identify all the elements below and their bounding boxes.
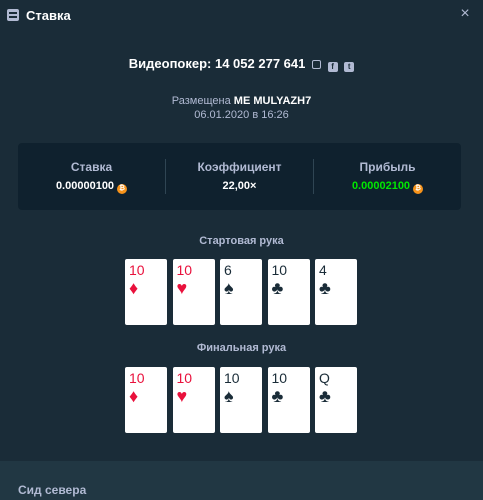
placed-prefix: Размещена <box>171 95 231 107</box>
card-rank: 10 <box>129 262 145 278</box>
placed-by-line: Размещена ME MULYAZH7 <box>0 94 483 108</box>
card-rank: 10 <box>224 370 240 386</box>
bet-slip-icon <box>7 9 19 21</box>
copy-icon[interactable] <box>311 60 321 69</box>
start-hand-cards: 10 ♦ 10 ♥ 6 ♠ 10 ♣ 4 ♣ <box>125 259 357 325</box>
playing-card: Q ♣ <box>315 367 357 433</box>
stat-profit-value: 0.00002100 <box>351 180 411 192</box>
card-rank: Q <box>319 370 330 386</box>
card-suit-icon: ♦ <box>129 386 139 406</box>
stat-bet-label: Ставка <box>70 160 113 174</box>
card-rank: 6 <box>224 262 232 278</box>
card-rank: 4 <box>319 262 327 278</box>
facebook-icon[interactable]: f <box>327 62 338 72</box>
card-rank: 10 <box>271 262 288 278</box>
twitter-icon[interactable]: t <box>344 62 355 72</box>
card-rank: 10 <box>176 370 193 386</box>
stat-profit-label: Прибыль <box>359 160 416 174</box>
final-hand-cards: 10 ♦ 10 ♥ 10 ♠ 10 ♣ Q ♣ <box>125 367 357 433</box>
card-suit-icon: ♠ <box>224 278 234 298</box>
stat-profit-value-wrap: 0.00002100 ₿ <box>314 180 461 194</box>
card-suit-icon: ♣ <box>319 278 331 298</box>
card-rank: 10 <box>176 262 193 278</box>
game-id-label: Видеопокер: 14 052 277 641 <box>128 56 306 71</box>
bitcoin-icon: ₿ <box>117 184 128 194</box>
playing-card: 10 ♥ <box>172 367 215 433</box>
playing-card: 6 ♠ <box>220 259 262 325</box>
playing-card: 10 ♣ <box>267 367 310 433</box>
card-rank: 10 <box>271 370 288 386</box>
bet-stats-panel: Ставка 0.00000100 ₿ Коэффициент 22,00× Пр… <box>18 143 461 210</box>
stat-bet: Ставка 0.00000100 ₿ <box>18 143 165 210</box>
server-seed-title: Сид севера <box>18 483 87 497</box>
playing-card: 10 ♠ <box>220 367 262 433</box>
card-suit-icon: ♣ <box>319 386 331 406</box>
stat-profit: Прибыль 0.00002100 ₿ <box>314 143 461 210</box>
server-seed-section: Сид севера <box>0 461 483 500</box>
playing-card: 10 ♦ <box>125 367 167 433</box>
stat-bet-value-wrap: 0.00000100 ₿ <box>18 180 165 194</box>
close-button[interactable]: × <box>457 6 473 22</box>
playing-card: 10 ♣ <box>267 259 310 325</box>
card-suit-icon: ♥ <box>176 278 188 298</box>
stat-multiplier: Коэффициент 22,00× <box>166 143 313 210</box>
playing-card: 10 ♦ <box>125 259 167 325</box>
stat-multiplier-value: 22,00× <box>222 180 257 192</box>
final-hand-title: Финальная рука <box>196 342 287 354</box>
bitcoin-icon: ₿ <box>413 184 424 194</box>
placed-date: 06.01.2020 в 16:26 <box>194 109 289 121</box>
stat-multiplier-label: Коэффициент <box>197 160 282 174</box>
username-link[interactable]: ME MULYAZH7 <box>234 95 311 107</box>
card-rank: 10 <box>129 370 145 386</box>
start-hand-title: Стартовая рука <box>199 235 284 247</box>
card-suit-icon: ♣ <box>271 278 284 298</box>
card-suit-icon: ♠ <box>224 386 234 406</box>
modal-title: Ставка <box>26 8 71 23</box>
stat-bet-value: 0.00000100 <box>55 180 115 192</box>
card-suit-icon: ♦ <box>129 278 139 298</box>
game-id-line: Видеопокер: 14 052 277 641 f t <box>0 56 483 72</box>
playing-card: 10 ♥ <box>172 259 215 325</box>
card-suit-icon: ♣ <box>271 386 284 406</box>
card-suit-icon: ♥ <box>176 386 188 406</box>
placed-info: Размещена ME MULYAZH7 06.01.2020 в 16:26 <box>0 94 483 122</box>
playing-card: 4 ♣ <box>315 259 357 325</box>
modal-header: Ставка × <box>0 0 483 32</box>
